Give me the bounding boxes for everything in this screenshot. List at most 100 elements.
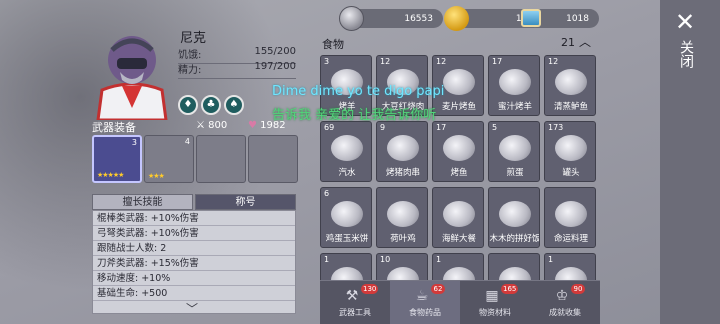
food-item-count: 6: [324, 189, 330, 198]
nav-tab-weapon-tool[interactable]: ⚒ 130 武器工具: [320, 281, 390, 324]
nav-label: 武器工具: [339, 308, 371, 317]
overlay-line-2: 告诉我 亲爱的 让我告诉你听: [272, 108, 437, 123]
ticket-value: 1018: [566, 13, 589, 24]
equip-slot-weapon[interactable]: 3 ★★★★★: [92, 135, 142, 183]
silver-resource: 16553: [339, 6, 443, 31]
nav-badge: 165: [501, 284, 519, 294]
equip-slot-jacket[interactable]: [196, 135, 246, 183]
ticket-resource: 1018: [521, 9, 599, 28]
food-item[interactable]: 9 烤猪肉串: [376, 121, 428, 182]
skill-row: 刀斧类武器: +15%伤害: [93, 256, 295, 271]
food-item-count: 9: [380, 123, 386, 132]
food-item-label: 木木的拼好饭: [489, 234, 540, 244]
food-item[interactable]: 命运料理: [544, 187, 596, 248]
nav-badge: 90: [571, 284, 585, 294]
food-item-label: 罐头: [562, 168, 580, 178]
sword-icon: ⚔: [196, 120, 205, 131]
chevron-down-icon[interactable]: ﹀: [186, 300, 198, 317]
food-item-image: [387, 135, 419, 161]
food-item-label: 清蒸鲈鱼: [553, 102, 588, 112]
ticket-icon: [521, 9, 541, 27]
slot-number: 4: [184, 137, 190, 146]
food-item[interactable]: 17 烤鱼: [432, 121, 484, 182]
nav-tab-food-medicine[interactable]: ☕ 62 食物药品: [390, 281, 460, 324]
category-nav: ⚒ 130 武器工具 ☕ 62 食物药品 ▦ 165 物资材料 ♔ 90 成就收集: [320, 280, 600, 324]
slot-stars: ★★★★★: [97, 171, 124, 179]
equipment-title: 武器装备: [92, 121, 136, 134]
food-item[interactable]: 5 煎蛋: [488, 121, 540, 182]
food-item-image: [443, 201, 475, 227]
weapon-tool-icon: ⚒: [345, 288, 359, 304]
food-item-image: [387, 201, 419, 227]
food-item-count: 1: [324, 255, 330, 264]
nav-label: 成就收集: [549, 308, 581, 317]
skill-tabs: 擅长技能 称号: [92, 194, 296, 210]
food-item[interactable]: 17 蜜汁烤羊: [488, 55, 540, 116]
food-item-label: 汽水: [338, 168, 356, 178]
character-avatar: [96, 36, 168, 120]
food-item-count: 1: [548, 255, 554, 264]
skill-row: 基础生命: +500: [93, 286, 295, 301]
food-item-image: [555, 135, 587, 161]
attack-stat: ⚔ 800: [196, 120, 227, 131]
food-item-image: [555, 201, 587, 227]
trophy-icon: ♔: [555, 288, 569, 304]
food-item-count: 69: [324, 123, 335, 132]
slot-stars: ★★★: [148, 172, 165, 180]
nav-badge: 130: [361, 284, 379, 294]
food-item[interactable]: 12 清蒸鲈鱼: [544, 55, 596, 116]
food-title: 食物: [322, 38, 344, 51]
close-button[interactable]: ✕: [670, 8, 700, 36]
skill-list[interactable]: 棍棒类武器: +10%伤害 弓弩类武器: +10%伤害 跟随战士人数: 2 刀斧…: [92, 210, 296, 314]
food-item[interactable]: 6 鸡蛋玉米饼: [320, 187, 372, 248]
food-item[interactable]: 173 罐头: [544, 121, 596, 182]
overlay-line-1: Dime dime yo te digo papi: [272, 84, 445, 99]
food-item-label: 麦片烤鱼: [441, 102, 476, 112]
food-item-label: 煎蛋: [506, 168, 524, 178]
food-item-count: 17: [436, 123, 447, 132]
trait-3-icon[interactable]: ♠: [224, 95, 244, 115]
food-item-image: [331, 201, 363, 227]
heart-icon: ♥: [248, 120, 257, 131]
skill-row: 跟随战士人数: 2: [93, 241, 295, 256]
food-item-count: 10: [380, 255, 391, 264]
close-label[interactable]: 关闭: [676, 40, 694, 68]
trait-2-icon[interactable]: ♣: [201, 95, 221, 115]
tab-skills[interactable]: 擅长技能: [92, 194, 193, 210]
food-item-label: 烤猪肉串: [385, 168, 420, 178]
food-item-image: [499, 69, 531, 95]
chevron-up-icon[interactable]: ︿: [579, 33, 591, 50]
tab-titles[interactable]: 称号: [195, 194, 296, 210]
gold-coin-icon: [444, 6, 469, 31]
trait-1-icon[interactable]: ♦: [178, 95, 198, 115]
nav-tab-material[interactable]: ▦ 165 物资材料: [460, 281, 530, 324]
energy-stat: 精力: 197/200: [178, 59, 296, 79]
food-item-count: 5: [492, 123, 498, 132]
food-item-count: 1: [436, 255, 442, 264]
food-item-image: [555, 69, 587, 95]
skill-row: 弓弩类武器: +10%伤害: [93, 226, 295, 241]
nav-badge: 62: [431, 284, 445, 294]
food-item[interactable]: 荷叶鸡: [376, 187, 428, 248]
skill-row: 棍棒类武器: +10%伤害: [93, 211, 295, 226]
nav-tab-trophy[interactable]: ♔ 90 成就收集: [530, 281, 600, 324]
food-item-label: 蜜汁烤羊: [497, 102, 532, 112]
close-icon: ✕: [674, 8, 696, 36]
silver-value: 16553: [404, 13, 433, 24]
food-item-image: [443, 135, 475, 161]
food-item-label: 荷叶鸡: [390, 234, 416, 244]
food-item[interactable]: 木木的拼好饭: [488, 187, 540, 248]
food-item-count: 17: [492, 57, 503, 66]
material-icon: ▦: [485, 288, 499, 304]
food-item-label: 海鲜大餐: [441, 234, 476, 244]
food-item-count: 173: [548, 123, 564, 132]
food-item-image: [331, 135, 363, 161]
food-medicine-icon: ☕: [415, 288, 429, 304]
nav-label: 物资材料: [479, 308, 511, 317]
equip-slot-vest[interactable]: [248, 135, 298, 183]
slot-number: 3: [131, 138, 137, 147]
food-item[interactable]: 海鲜大餐: [432, 187, 484, 248]
equip-slot-helmet[interactable]: 4 ★★★: [144, 135, 194, 183]
food-item[interactable]: 69 汽水: [320, 121, 372, 182]
food-item-count: 3: [324, 57, 330, 66]
